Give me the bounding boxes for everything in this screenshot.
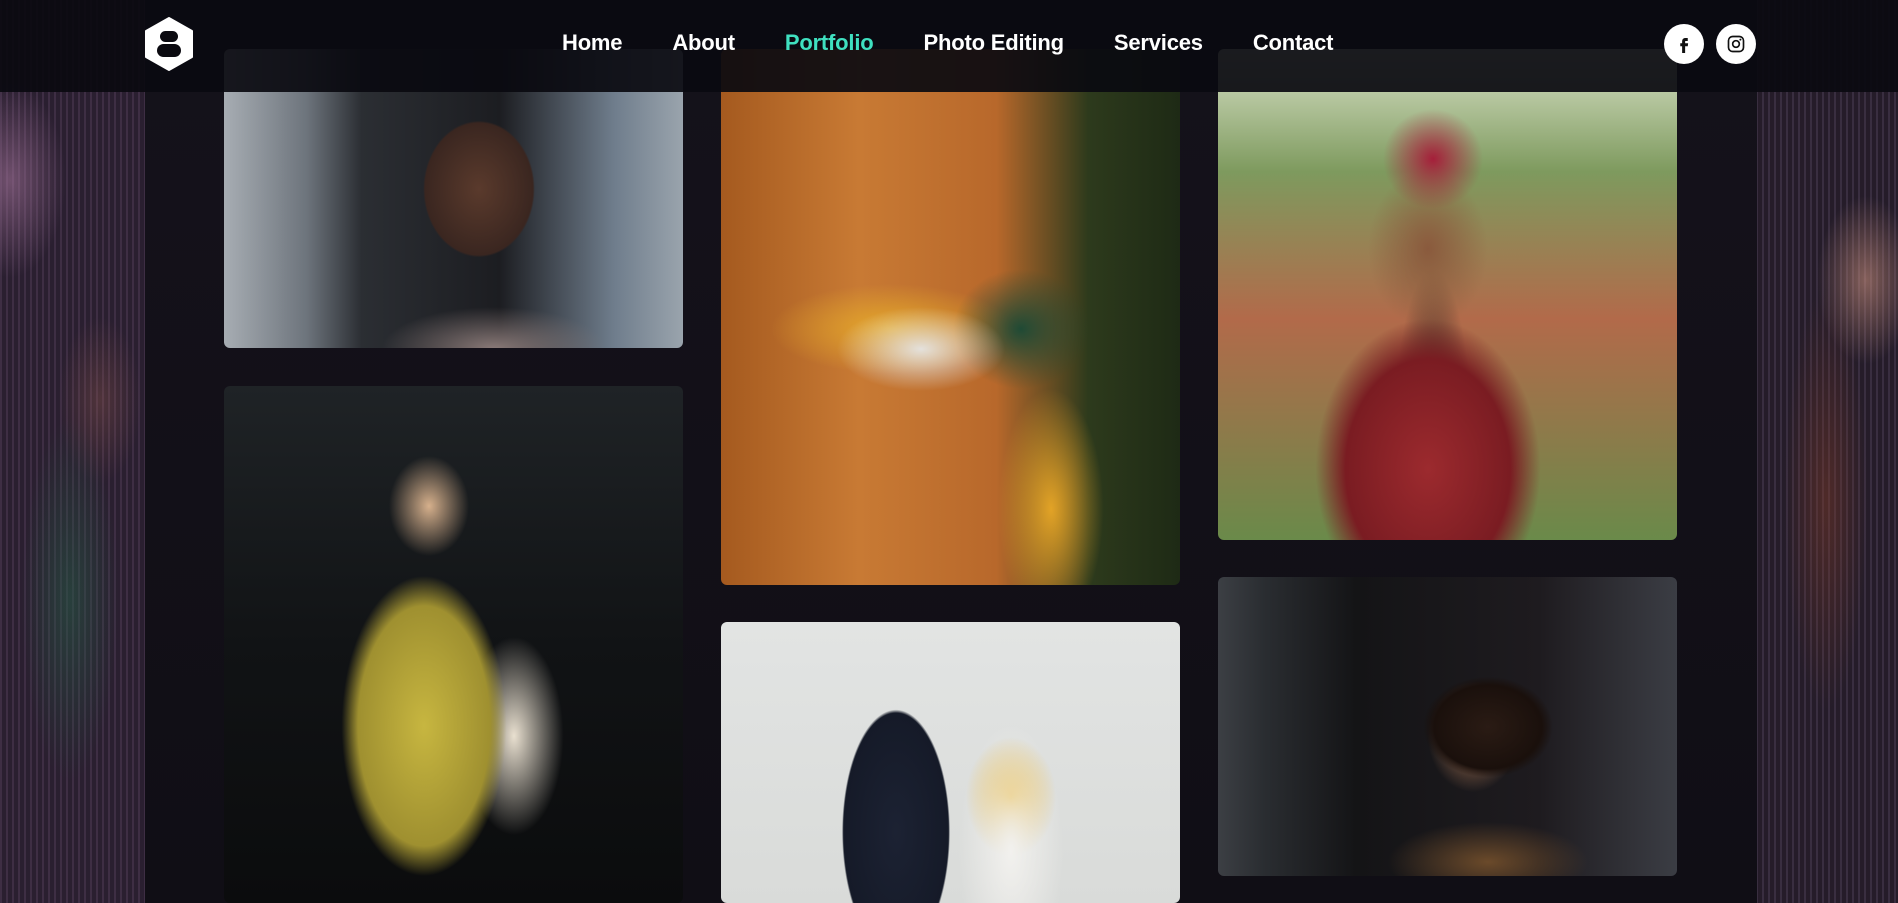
- nav-about[interactable]: About: [672, 30, 735, 56]
- gallery-photo-2[interactable]: [721, 49, 1180, 585]
- gallery-photo-4[interactable]: [224, 386, 683, 903]
- instagram-button[interactable]: [1716, 24, 1756, 64]
- site-header: Home About Portfolio Photo Editing Servi…: [0, 0, 1898, 92]
- nav-services[interactable]: Services: [1114, 30, 1203, 56]
- nav-home[interactable]: Home: [562, 30, 623, 56]
- instagram-icon: [1727, 35, 1745, 53]
- nav-photo-editing[interactable]: Photo Editing: [924, 30, 1065, 56]
- gallery-photo-6[interactable]: [1218, 577, 1677, 876]
- facebook-icon: [1680, 38, 1689, 53]
- background-left-edge: [0, 0, 145, 903]
- gallery-photo-5[interactable]: [721, 622, 1180, 903]
- background-right-edge: [1756, 0, 1898, 903]
- gallery-photo-3[interactable]: [1218, 49, 1677, 540]
- nav-contact[interactable]: Contact: [1253, 30, 1334, 56]
- gallery-photo-1[interactable]: [224, 49, 683, 348]
- facebook-button[interactable]: [1664, 24, 1704, 64]
- nav-portfolio[interactable]: Portfolio: [785, 30, 874, 56]
- logo-icon[interactable]: [143, 16, 195, 72]
- main-nav: Home About Portfolio Photo Editing Servi…: [562, 30, 1383, 56]
